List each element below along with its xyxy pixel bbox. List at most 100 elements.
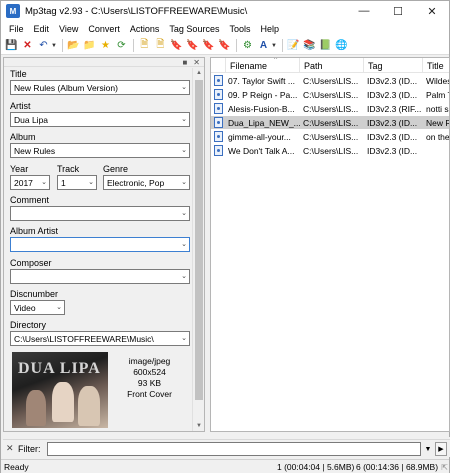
status-text: Ready <box>4 462 29 472</box>
column-header-path[interactable]: Path <box>300 58 364 73</box>
minimize-icon[interactable]: — <box>347 1 381 21</box>
file-cell-filename: Alesis-Fusion-B... <box>228 103 295 114</box>
maximize-icon[interactable]: ☐ <box>381 1 415 21</box>
case-conversion-icon[interactable]: A <box>256 38 271 53</box>
track-label: Track <box>57 164 80 174</box>
tag-panel-scrollbar[interactable]: ▲ ▼ <box>192 68 204 431</box>
column-header-title[interactable]: Title <box>423 58 449 73</box>
cover-dimensions: 600x524 <box>133 367 166 377</box>
menu-view[interactable]: View <box>54 24 83 34</box>
chevron-down-icon[interactable]: ⌄ <box>41 178 47 186</box>
panel-pin-icon[interactable]: ■ <box>182 58 187 67</box>
genre-value: Electronic, Pop <box>107 177 165 188</box>
file-row[interactable]: 07. Taylor Swift ... C:\Users\LIS... ID3v2… <box>211 74 449 87</box>
file-row[interactable]: gimme-all-your... C:\Users\LIS... ID3v2.3 … <box>211 130 449 143</box>
mp3tag-app-icon[interactable]: M <box>6 4 20 18</box>
menu-help[interactable]: Help <box>255 24 284 34</box>
file-cell-tag: ID3v2.3 (ID... <box>367 75 418 86</box>
scroll-down-icon[interactable]: ▼ <box>193 421 204 431</box>
export-icon[interactable]: 🔖 <box>201 38 216 53</box>
chevron-down-icon[interactable]: ⌄ <box>181 178 187 186</box>
menu-file[interactable]: File <box>4 24 29 34</box>
chevron-down-icon[interactable]: ⌄ <box>181 240 187 248</box>
close-icon[interactable]: ✕ <box>415 1 449 21</box>
chevron-down-icon[interactable]: ⌄ <box>56 303 62 311</box>
filter-label: Filter: <box>18 444 41 454</box>
text-file-tag-icon[interactable]: 🔖 <box>185 38 200 53</box>
file-row[interactable]: Dua_Lipa_NEW_... C:\Users\LIS... ID3v2.3 (… <box>211 116 449 129</box>
cover-art[interactable]: DUA LIPA <box>12 352 108 428</box>
chevron-down-icon[interactable]: ⌄ <box>181 146 187 154</box>
case-dropdown-icon[interactable]: ▼ <box>271 43 277 49</box>
remove-icon[interactable]: ✕ <box>20 38 35 53</box>
web-icon[interactable]: 🌐 <box>334 38 349 53</box>
column-header-tag[interactable]: Tag <box>364 58 423 73</box>
chevron-down-icon[interactable]: ⌄ <box>181 209 187 217</box>
refresh-icon[interactable]: ⟳ <box>114 38 129 53</box>
file-cell-path: C:\Users\LIS... <box>303 75 359 86</box>
favorites-icon[interactable]: ★ <box>98 38 113 53</box>
filter-bar: ✕ Filter: ▼ ▶ <box>3 439 450 457</box>
add-directory-icon[interactable]: 📁 <box>82 38 97 53</box>
file-row[interactable]: We Don't Talk A... C:\Users\LIS... ID3v2.3… <box>211 144 449 157</box>
scroll-thumb[interactable] <box>195 80 203 400</box>
file-cell-filename: 09. P Reign - Pa... <box>228 89 298 100</box>
comment-field[interactable]: ⌄ <box>10 206 190 221</box>
track-field[interactable]: 1 ⌄ <box>57 175 97 190</box>
panel-header: ■ ✕ <box>4 58 204 67</box>
filename-tag-icon[interactable]: 🗎 <box>137 38 152 53</box>
menu-actions[interactable]: Actions <box>125 24 165 34</box>
menu-tools[interactable]: Tools <box>224 24 255 34</box>
filter-apply-icon[interactable]: ▶ <box>435 442 447 456</box>
panel-close-icon[interactable]: ✕ <box>193 58 200 67</box>
audio-file-icon <box>214 89 223 100</box>
discnumber-value: Video <box>14 302 36 313</box>
column-header-icon[interactable] <box>211 58 226 73</box>
composer-field[interactable]: ⌄ <box>10 269 190 284</box>
save-icon[interactable]: 💾 <box>4 38 19 53</box>
undo-icon[interactable]: ↶ <box>36 38 51 53</box>
album-field[interactable]: New Rules ⌄ <box>10 143 190 158</box>
column-header-filename[interactable]: Filename ˄ <box>226 58 300 73</box>
menu-edit[interactable]: Edit <box>29 24 55 34</box>
toolbar-separator <box>132 39 134 52</box>
file-cell-filename: We Don't Talk A... <box>228 145 295 156</box>
auto-numbering-icon[interactable]: 🔖 <box>217 38 232 53</box>
help-icon[interactable]: 📚 <box>302 38 317 53</box>
album-artist-label: Album Artist <box>10 226 59 236</box>
file-row[interactable]: Alesis-Fusion-B... C:\Users\LIS... ID3v2.3… <box>211 102 449 115</box>
actions-icon[interactable]: ⚙ <box>240 38 255 53</box>
file-cell-tag: ID3v2.3 (ID... <box>367 145 418 156</box>
chevron-down-icon[interactable]: ⌄ <box>181 115 187 123</box>
chevron-down-icon[interactable]: ⌄ <box>88 178 94 186</box>
scroll-up-icon[interactable]: ▲ <box>193 68 204 78</box>
chevron-down-icon[interactable]: ▼ <box>422 442 434 456</box>
about-icon[interactable]: 📗 <box>318 38 333 53</box>
chevron-down-icon[interactable]: ⌄ <box>181 272 187 280</box>
tag-tag-icon[interactable]: 🔖 <box>169 38 184 53</box>
resize-grip-icon[interactable]: ⇱ <box>441 463 448 472</box>
title-field[interactable]: New Rules (Album Version) ⌄ <box>10 80 190 95</box>
chevron-down-icon[interactable]: ⌄ <box>181 83 187 91</box>
title-label: Title <box>10 69 27 79</box>
menu-tag-sources[interactable]: Tag Sources <box>164 24 224 34</box>
discnumber-label: Discnumber <box>10 289 59 299</box>
chevron-down-icon[interactable]: ⌄ <box>181 334 187 342</box>
album-artist-field[interactable]: ⌄ <box>10 237 190 252</box>
filter-input[interactable] <box>47 442 421 456</box>
tag-filename-icon[interactable]: 🗎 <box>153 38 168 53</box>
year-field[interactable]: 2017 ⌄ <box>10 175 50 190</box>
discnumber-field[interactable]: Video ⌄ <box>10 300 65 315</box>
genre-label: Genre <box>103 164 129 174</box>
change-directory-icon[interactable]: 📂 <box>66 38 81 53</box>
main-window: M Mp3tag v2.93 - C:\Users\LISTOFFREEWARE… <box>0 0 450 473</box>
directory-field[interactable]: C:\Users\LISTOFFREEWARE\Music\ ⌄ <box>10 331 190 346</box>
options-icon[interactable]: 📝 <box>286 38 301 53</box>
filter-close-icon[interactable]: ✕ <box>6 443 14 454</box>
file-row[interactable]: 09. P Reign - Pa... C:\Users\LIS... ID3v2.… <box>211 88 449 101</box>
artist-field[interactable]: Dua Lipa ⌄ <box>10 112 190 127</box>
file-cell-filename: gimme-all-your... <box>228 131 291 142</box>
undo-dropdown-icon[interactable]: ▼ <box>51 43 57 49</box>
menu-convert[interactable]: Convert <box>83 24 125 34</box>
genre-field[interactable]: Electronic, Pop ⌄ <box>103 175 190 190</box>
